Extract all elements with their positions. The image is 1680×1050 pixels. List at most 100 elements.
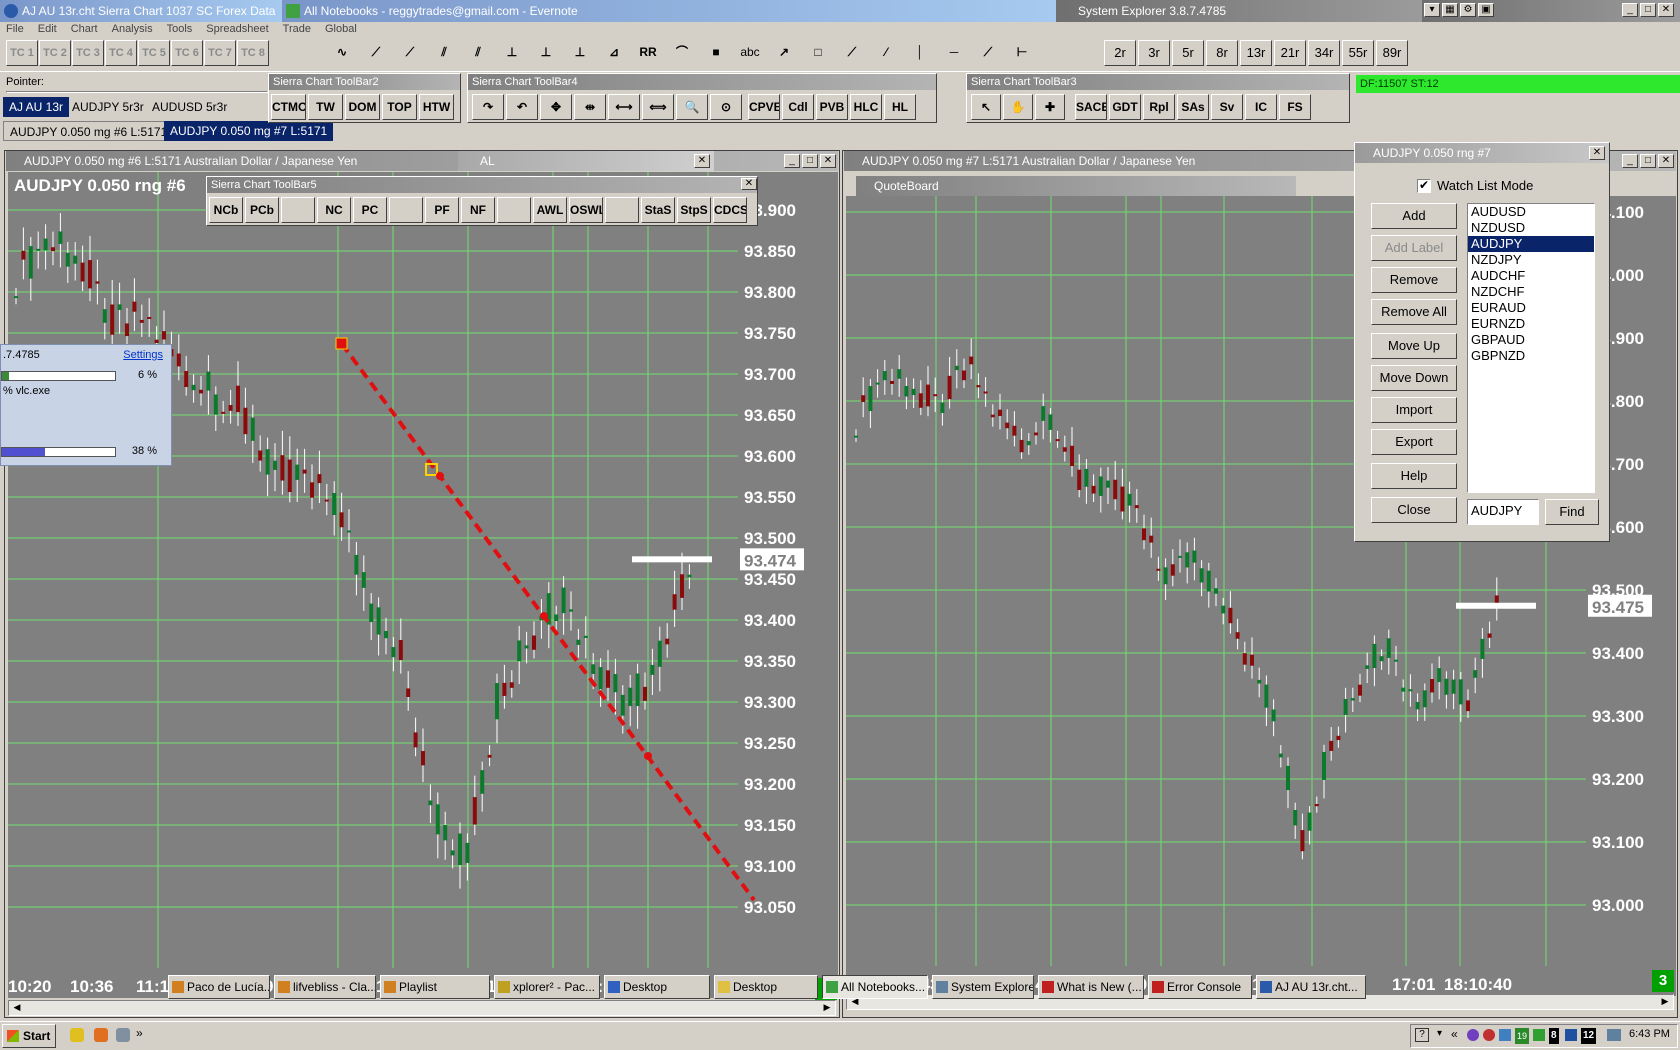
minimize-icon[interactable]: _ <box>1622 3 1638 17</box>
watchlist-remove-button[interactable]: Remove <box>1371 267 1457 293</box>
toolbar-button[interactable]: HTW <box>419 94 454 120</box>
toolbar-button[interactable]: PVB <box>816 94 848 120</box>
tc-button[interactable]: TC 1 <box>6 40 38 66</box>
move-icon[interactable]: ✥ <box>540 94 572 120</box>
start-button[interactable]: Start <box>2 1024 56 1048</box>
taskbar-button[interactable]: Playlist <box>380 975 490 999</box>
close-icon[interactable]: ✕ <box>741 178 757 190</box>
triangle-icon[interactable]: ⊿ <box>598 40 630 66</box>
gann-icon[interactable]: ⊥ <box>564 40 596 66</box>
toolbar-button[interactable]: IC <box>1245 94 1277 120</box>
toolbar-button[interactable]: GDT <box>1109 94 1141 120</box>
tray-icon[interactable] <box>1467 1029 1479 1041</box>
fib-ext-icon[interactable]: ⟋ <box>394 40 426 66</box>
parallel-lines-icon[interactable]: ⫽ <box>428 40 460 66</box>
taskbar-button[interactable]: Error Console <box>1148 975 1252 999</box>
symbol-list-item[interactable]: AUDJPY <box>1468 236 1594 252</box>
symbol-list-item[interactable]: GBPAUD <box>1468 332 1594 348</box>
tray-counter[interactable]: 12 <box>1581 1028 1597 1044</box>
undo-icon[interactable]: ↶ <box>506 94 538 120</box>
toolbar-button[interactable]: Sv <box>1211 94 1243 120</box>
find-input[interactable]: AUDJPY <box>1467 499 1539 525</box>
settings-link[interactable]: Settings <box>123 349 163 361</box>
toolbar-button[interactable]: PF <box>425 197 459 223</box>
chevron-down-icon[interactable]: ▾ <box>1437 1028 1442 1039</box>
toolbar-button[interactable]: NCb <box>209 197 243 223</box>
period-button[interactable]: 34r <box>1308 40 1340 66</box>
taskbar-button[interactable]: System Explorer <box>932 975 1034 999</box>
toolbar-button[interactable]: CPVB <box>748 94 780 120</box>
toolbar-button[interactable]: SACE <box>1075 94 1107 120</box>
sysexp-info-icon[interactable]: ▣ <box>1478 3 1494 17</box>
hand-icon[interactable]: ✋ <box>1003 94 1033 120</box>
scale-icon[interactable]: ⇹ <box>574 94 606 120</box>
tc-button[interactable]: TC 7 <box>204 40 236 66</box>
taskbar-button[interactable]: AJ AU 13r.cht... <box>1256 975 1366 999</box>
tray-icon[interactable] <box>1483 1029 1495 1041</box>
watchlist-export-button[interactable]: Export <box>1371 429 1457 455</box>
clock[interactable]: 6:43 PM <box>1629 1028 1670 1040</box>
menu-item[interactable]: Analysis <box>112 23 153 35</box>
sierra-title-bar[interactable]: AJ AU 13r.cht Sierra Chart 1037 SC Forex… <box>0 0 282 22</box>
menu-item[interactable]: Edit <box>38 23 57 35</box>
fib-fan-icon[interactable]: ∿ <box>326 40 358 66</box>
chart6-scrollbar[interactable]: ◀ ▶ <box>8 1000 836 1016</box>
toolbar3-title[interactable]: Sierra Chart ToolBar3 <box>967 74 1349 90</box>
close-icon[interactable]: ✕ <box>694 154 710 168</box>
text-tool-button[interactable]: abc <box>734 40 766 66</box>
menu-item[interactable]: Chart <box>71 23 98 35</box>
toolbar4-title[interactable]: Sierra Chart ToolBar4 <box>468 74 936 90</box>
line-icon[interactable]: ⟋ <box>836 40 868 66</box>
trend-handle[interactable] <box>335 337 348 350</box>
chart-tab[interactable]: AUDJPY 0.050 mg #6 L:5171 <box>3 121 175 141</box>
chart-tab[interactable]: AUDUSD 5r3r <box>146 97 233 117</box>
period-button[interactable]: 2r <box>1104 40 1136 66</box>
tray-icon[interactable] <box>1565 1029 1577 1041</box>
menu-item[interactable]: Tools <box>167 23 193 35</box>
toolbar-button[interactable]: SAs <box>1177 94 1209 120</box>
taskbar-button[interactable]: What is New (... <box>1038 975 1144 999</box>
period-button[interactable]: 55r <box>1342 40 1374 66</box>
rectangle-icon[interactable]: □ <box>802 40 834 66</box>
watchlist-close-button[interactable]: Close <box>1371 497 1457 523</box>
pitchfork-icon[interactable]: ⟋ <box>360 40 392 66</box>
quoteboard-title-bar[interactable]: QuoteBoard <box>856 176 1296 196</box>
watchlist-help-button[interactable]: Help <box>1371 463 1457 489</box>
tc-button[interactable]: TC 2 <box>39 40 71 66</box>
channel-icon[interactable]: ⫽ <box>462 40 494 66</box>
find-button[interactable]: Find <box>1545 499 1599 525</box>
chevron-right-icon[interactable]: » <box>136 1026 143 1040</box>
symbol-list-item[interactable]: AUDUSD <box>1468 204 1594 220</box>
quicklaunch-icon[interactable] <box>70 1028 84 1042</box>
toolbar-button[interactable] <box>281 197 315 223</box>
period-button[interactable]: 5r <box>1172 40 1204 66</box>
toolbar-button[interactable]: CDCS <box>713 197 747 223</box>
help-icon[interactable]: ? <box>1415 1028 1429 1042</box>
symbol-list-item[interactable]: EURNZD <box>1468 316 1594 332</box>
watchlist-add-button[interactable]: Add <box>1371 203 1457 229</box>
chart-tab[interactable]: AUDJPY 5r3r <box>66 97 150 117</box>
compress-icon[interactable]: ⟺ <box>642 94 674 120</box>
taskbar-button[interactable]: lifvebliss - Cla... <box>274 975 376 999</box>
symbol-list-item[interactable]: AUDCHF <box>1468 268 1594 284</box>
speaker-icon[interactable] <box>1607 1029 1621 1041</box>
close-icon[interactable]: ✕ <box>1658 3 1674 17</box>
sysexp-grid-icon[interactable]: ▦ <box>1442 3 1458 17</box>
toolbar-button[interactable]: HLC <box>850 94 882 120</box>
toolbar-button[interactable] <box>605 197 639 223</box>
watchlist-move-up-button[interactable]: Move Up <box>1371 333 1457 359</box>
menu-item[interactable]: Spreadsheet <box>206 23 268 35</box>
chart6-minibar[interactable]: AL ✕ <box>458 151 714 171</box>
toolbar-button[interactable]: FS <box>1279 94 1311 120</box>
toolbar-button[interactable] <box>389 197 423 223</box>
toolbar5-title[interactable]: Sierra Chart ToolBar5 ✕ <box>207 177 757 193</box>
menu-item[interactable]: File <box>6 23 24 35</box>
toolbar-button[interactable]: HL <box>884 94 916 120</box>
toolbar-button[interactable]: PCb <box>245 197 279 223</box>
symbol-list-item[interactable]: NZDJPY <box>1468 252 1594 268</box>
menu-item[interactable]: Trade <box>283 23 311 35</box>
sysexp-down-icon[interactable]: ▾ <box>1424 3 1440 17</box>
rr-button[interactable]: RR <box>632 40 664 66</box>
marker-icon[interactable]: ⊢ <box>1006 40 1038 66</box>
quicklaunch-icon[interactable] <box>116 1028 130 1042</box>
